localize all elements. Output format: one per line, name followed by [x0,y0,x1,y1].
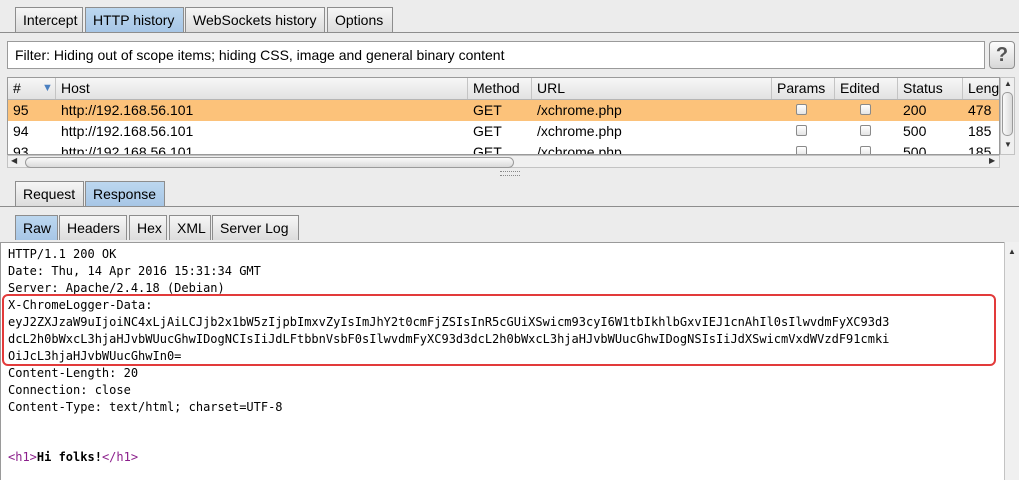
row-method: GET [473,144,502,155]
row-host: http://192.168.56.101 [61,102,194,118]
row-host: http://192.168.56.101 [61,144,194,155]
scroll-up-icon[interactable]: ▲ [1008,247,1016,256]
response-line: Date: Thu, 14 Apr 2016 15:31:34 GMT [8,264,261,278]
scroll-down-icon[interactable]: ▼ [1004,140,1012,149]
tab-response[interactable]: Response [85,181,165,206]
view-tab-bar: Raw Headers Hex XML Server Log [0,215,1019,241]
column-header-host[interactable]: Host [56,78,468,99]
response-body-html: <h1>Hi folks!</h1> [8,449,138,466]
row-method: GET [473,102,502,118]
edited-checkbox[interactable] [860,104,871,115]
response-line: HTTP/1.1 200 OK [8,247,117,261]
table-row[interactable]: 93 http://192.168.56.101 GET /xchrome.ph… [8,142,999,155]
table-vertical-scrollbar[interactable]: ▲ ▼ [1000,77,1015,155]
column-header-length[interactable]: Lengt [963,78,999,99]
scroll-right-icon[interactable]: ▶ [989,156,995,165]
tab-request[interactable]: Request [15,181,84,206]
table-row[interactable]: 95 http://192.168.56.101 GET /xchrome.ph… [8,100,999,121]
response-vertical-scrollbar[interactable]: ▲ [1004,242,1019,480]
row-method: GET [473,123,502,139]
row-host: http://192.168.56.101 [61,123,194,139]
row-status: 500 [903,144,927,155]
tab-options[interactable]: Options [327,7,393,32]
tab-headers[interactable]: Headers [59,215,127,240]
scroll-thumb[interactable] [25,157,514,168]
response-line: Connection: close [8,383,131,397]
column-header-status[interactable]: Status [898,78,963,99]
row-url: /xchrome.php [537,102,622,118]
tab-xml[interactable]: XML [169,215,211,240]
row-number: 94 [13,123,29,139]
row-number: 93 [13,144,29,155]
row-length: 478 [968,102,992,118]
scroll-left-icon[interactable]: ◀ [11,156,17,165]
response-line: Content-Type: text/html; charset=UTF-8 [8,400,283,414]
sort-descending-icon: ▼ [42,82,53,94]
table-horizontal-scrollbar[interactable]: ◀ ▶ [7,155,1000,168]
main-tab-divider [0,32,1019,33]
row-length: 185 [968,123,992,139]
column-header-method[interactable]: Method [468,78,532,99]
row-status: 200 [903,102,927,118]
row-status: 500 [903,123,927,139]
response-line: Content-Length: 20 [8,366,139,380]
tab-http-history[interactable]: HTTP history [85,7,184,32]
tab-hex[interactable]: Hex [129,215,167,240]
column-header-params[interactable]: Params [772,78,835,99]
html-heading-text: Hi folks! [36,450,102,464]
edited-checkbox[interactable] [860,125,871,136]
filter-bar[interactable]: Filter: Hiding out of scope items; hidin… [7,41,985,69]
http-history-table: # ▼ Host Method URL Params Edited Status … [7,77,1000,155]
split-pane-divider[interactable] [500,171,520,176]
html-close-tag: </h1> [101,450,139,464]
tab-server-log[interactable]: Server Log [212,215,299,240]
params-checkbox[interactable] [796,125,807,136]
params-checkbox[interactable] [796,104,807,115]
edited-checkbox[interactable] [860,146,871,154]
message-tab-bar: Request Response [0,181,1019,207]
html-open-tag: <h1> [8,450,37,464]
tab-websockets-history[interactable]: WebSockets history [185,7,325,32]
table-header: # ▼ Host Method URL Params Edited Status … [8,78,999,100]
tab-intercept[interactable]: Intercept [15,7,83,32]
main-tab-bar: Intercept HTTP history WebSockets histor… [0,7,1019,33]
column-header-url[interactable]: URL [532,78,772,99]
row-url: /xchrome.php [537,123,622,139]
scroll-thumb[interactable] [1002,92,1013,136]
table-row[interactable]: 94 http://192.168.56.101 GET /xchrome.ph… [8,121,999,142]
row-number: 95 [13,102,29,118]
column-header-number[interactable]: # ▼ [8,78,56,99]
scroll-up-icon[interactable]: ▲ [1004,79,1012,88]
help-button[interactable]: ? [989,41,1015,69]
row-length: 185 [968,144,992,155]
row-url: /xchrome.php [537,144,622,155]
column-header-edited[interactable]: Edited [835,78,898,99]
message-tab-divider [0,206,1019,207]
chromelogger-highlight [2,294,996,366]
params-checkbox[interactable] [796,146,807,154]
tab-raw[interactable]: Raw [15,215,58,240]
